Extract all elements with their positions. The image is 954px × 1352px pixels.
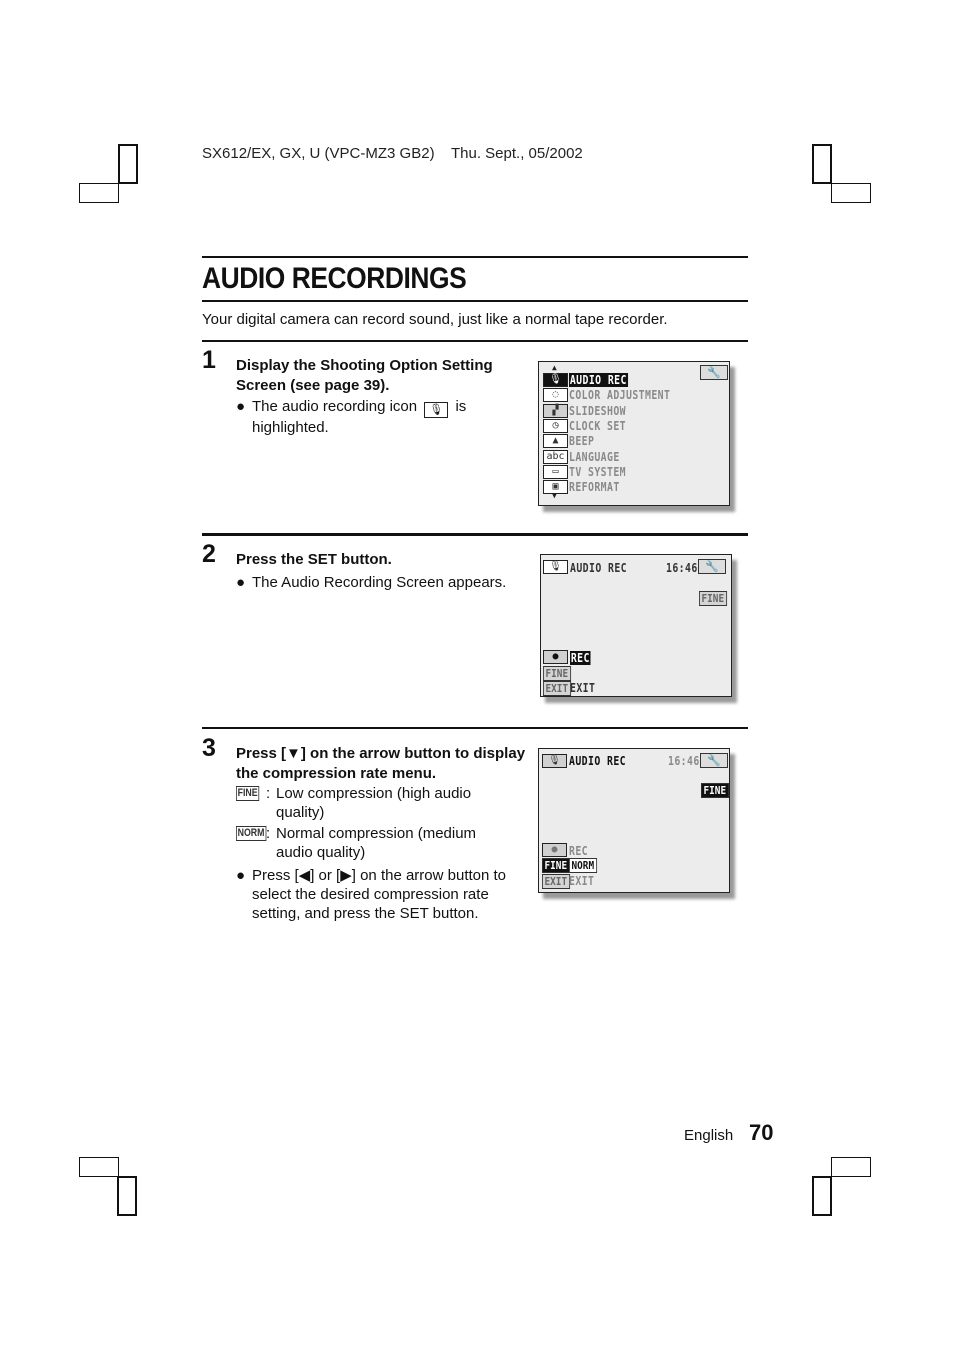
step-2-bullet: ● The Audio Recording Screen appears. bbox=[236, 574, 507, 591]
step-1-heading: Display the Shooting Option Setting Scre… bbox=[236, 357, 493, 394]
language-icon: abc bbox=[543, 449, 568, 464]
wrench-icon: 🔧 bbox=[698, 559, 726, 574]
clock-time: 16:46 bbox=[668, 754, 700, 768]
bullet-dot: ● bbox=[236, 867, 246, 884]
menu-item-clock-set[interactable]: CLOCK SET bbox=[569, 419, 626, 433]
quality-badge: FINE bbox=[699, 591, 727, 606]
definition-fine: FINE : Low compression (high audio quali… bbox=[236, 785, 472, 821]
fine-option[interactable]: FINE bbox=[542, 858, 570, 873]
bullet-dot: ● bbox=[236, 398, 246, 415]
bell-icon: ▲ bbox=[543, 434, 568, 449]
crop-mark-top-right-vertical bbox=[812, 144, 832, 184]
title-bottom-rule bbox=[202, 300, 748, 302]
crop-mark-top-left-vertical bbox=[118, 144, 138, 184]
mode-label: AUDIO REC bbox=[569, 754, 627, 768]
exit-label[interactable]: EXIT bbox=[569, 874, 594, 888]
fine-tag: FINE bbox=[236, 786, 260, 801]
doc-date: Thu. Sept., 05/2002 bbox=[450, 145, 583, 162]
norm-option[interactable]: NORM bbox=[569, 858, 597, 873]
microphone-icon: 🎙 bbox=[543, 373, 568, 387]
menu-item-color-adjustment[interactable]: COLOR ADJUSTMENT bbox=[569, 388, 670, 402]
exit-badge[interactable]: EXIT bbox=[542, 874, 570, 889]
page-number: 70 bbox=[749, 1120, 774, 1145]
definition-norm: NORM : Normal compression (medium audio … bbox=[236, 825, 477, 861]
record-dot-icon: ● bbox=[542, 843, 567, 857]
doc-id: SX612/EX, GX, U (VPC-MZ3 GB2) bbox=[202, 145, 435, 162]
menu-item-audio-rec[interactable]: AUDIO REC bbox=[569, 373, 628, 387]
rec-label[interactable]: REC bbox=[570, 651, 591, 665]
exit-badge[interactable]: EXIT bbox=[543, 681, 571, 696]
page-title: AUDIO RECORDINGS bbox=[202, 262, 467, 295]
intro-text: Your digital camera can record sound, ju… bbox=[202, 311, 668, 328]
compression-definitions: FINE : Low compression (high audio quali… bbox=[236, 784, 516, 864]
exit-label[interactable]: EXIT bbox=[570, 681, 595, 695]
footer-language: English bbox=[684, 1127, 734, 1144]
crop-mark-bottom-left-vertical bbox=[117, 1176, 137, 1216]
crop-mark-bottom-right-horizontal bbox=[831, 1157, 871, 1177]
title-top-rule bbox=[202, 256, 748, 258]
step-2-screen-audio-rec: 🎙 AUDIO REC 16:46 🔧 FINE ● REC FINE EXIT… bbox=[540, 554, 732, 697]
step-1-number: 1 bbox=[202, 346, 216, 374]
scroll-up-arrow[interactable]: ▲ bbox=[552, 364, 557, 372]
clock-icon: ◷ bbox=[543, 418, 568, 433]
tv-icon: ▭ bbox=[543, 464, 568, 479]
microphone-icon: 🎙 bbox=[542, 754, 567, 768]
step-1-bullet: ● The audio recording icon 🎙 is highligh… bbox=[236, 398, 467, 436]
bullet-dot: ● bbox=[236, 574, 246, 591]
rec-label[interactable]: REC bbox=[569, 844, 588, 858]
microphone-icon: 🎙 bbox=[543, 560, 568, 574]
crop-mark-top-right-horizontal bbox=[831, 183, 871, 203]
wrench-icon: 🔧 bbox=[700, 365, 728, 380]
menu-item-slideshow[interactable]: SLIDESHOW bbox=[569, 404, 626, 418]
step-3-screen-compression: 🎙 AUDIO REC 16:46 🔧 FINE ● REC FINE NORM… bbox=[538, 748, 730, 893]
step-2-number: 2 bbox=[202, 540, 216, 568]
slideshow-icon: ▞ bbox=[543, 403, 568, 418]
clock-time: 16:46 bbox=[666, 561, 698, 575]
norm-tag: NORM bbox=[236, 826, 267, 841]
quality-badge: FINE bbox=[701, 783, 729, 798]
step-1-rule bbox=[202, 533, 748, 536]
step-2-rule bbox=[202, 727, 748, 729]
crop-mark-bottom-left-horizontal bbox=[79, 1157, 119, 1177]
step-3-number: 3 bbox=[202, 734, 216, 762]
menu-item-reformat[interactable]: REFORMAT bbox=[569, 480, 620, 494]
record-dot-icon: ● bbox=[543, 650, 568, 664]
step-1-screen-menu: ▲ 🔧 🎙 AUDIO REC ◌ COLOR ADJUSTMENT ▞ SLIDESHO… bbox=[538, 361, 730, 506]
intro-rule bbox=[202, 340, 748, 342]
menu-item-language[interactable]: LANGUAGE bbox=[569, 450, 620, 464]
document-header: SX612/EX, GX, U (VPC-MZ3 GB2) Thu. Sept.… bbox=[202, 145, 583, 162]
crop-mark-bottom-right-vertical bbox=[812, 1176, 832, 1216]
menu-item-beep[interactable]: BEEP bbox=[569, 434, 594, 448]
step-3-bullet: ● Press [◀] or [▶] on the arrow button t… bbox=[236, 867, 507, 922]
step-3-heading: Press [▼] on the arrow button to display… bbox=[236, 745, 526, 782]
scroll-down-arrow[interactable]: ▼ bbox=[552, 492, 557, 500]
crop-mark-top-left-horizontal bbox=[79, 183, 119, 203]
mode-label: AUDIO REC bbox=[570, 561, 628, 575]
fine-badge[interactable]: FINE bbox=[543, 666, 571, 681]
palette-icon: ◌ bbox=[543, 388, 568, 403]
microphone-icon: 🎙 bbox=[424, 402, 449, 418]
menu-item-tv-system[interactable]: TV SYSTEM bbox=[569, 465, 626, 479]
step-2-heading: Press the SET button. bbox=[236, 551, 392, 568]
wrench-icon: 🔧 bbox=[700, 753, 728, 768]
